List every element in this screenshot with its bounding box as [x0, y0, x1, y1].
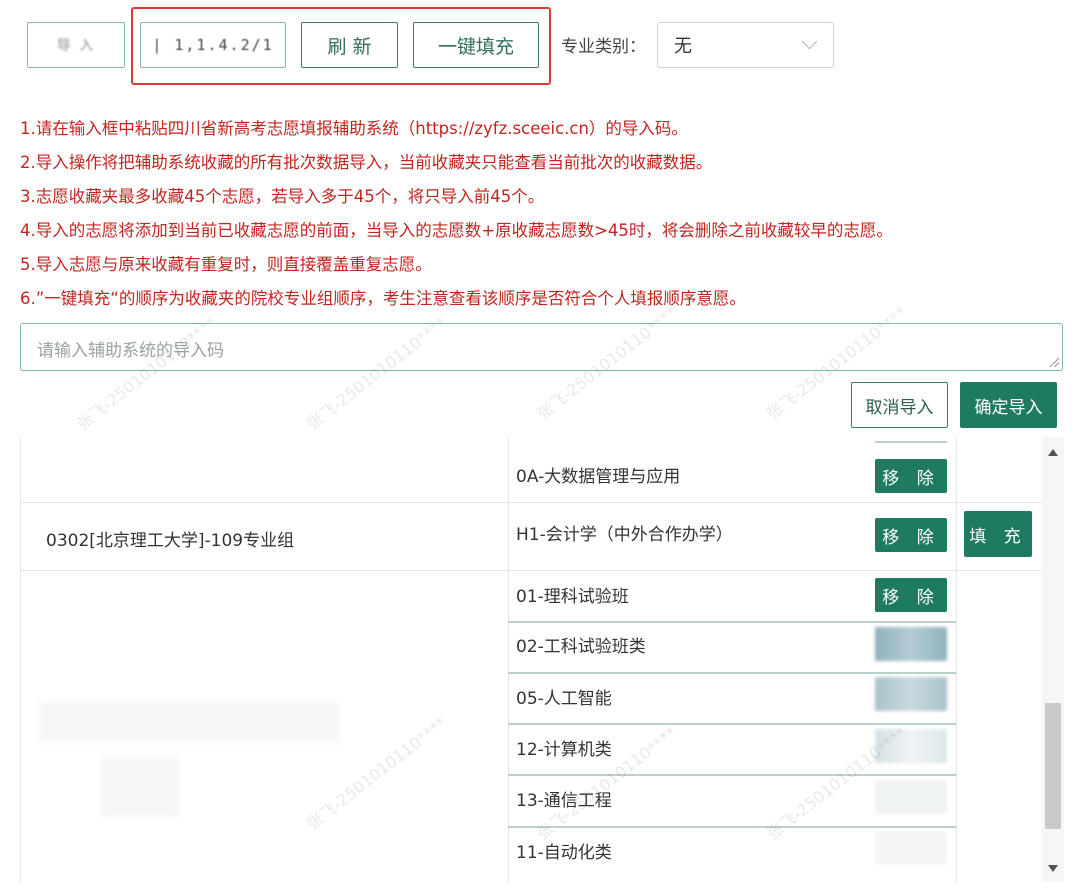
scroll-up-icon[interactable] [1048, 449, 1058, 456]
redacted-area [40, 702, 340, 742]
table-divider [508, 621, 956, 623]
blurred-button[interactable]: 导 入 [27, 22, 125, 68]
major-name: 11-自动化类 [516, 843, 612, 863]
table-divider [508, 774, 956, 776]
highlight-frame [131, 7, 551, 85]
remove-button-blurred[interactable] [875, 780, 947, 814]
remove-button[interactable]: 移 除 [875, 578, 947, 612]
major-name: 13-通信工程 [516, 791, 612, 811]
chevron-down-icon [801, 33, 818, 50]
fill-button[interactable]: 填 充 [964, 511, 1032, 557]
resize-grip-icon[interactable] [1050, 358, 1059, 367]
instruction-item: 2.导入操作将把辅助系统收藏的所有批次数据导入，当前收藏夹只能查看当前批次的收藏… [20, 153, 713, 172]
table-divider [875, 441, 947, 443]
instruction-item: 1.请在输入框中粘贴四川省新高考志愿填报辅助系统（https://zyfz.sc… [20, 119, 688, 138]
instructions-list: 1.请在输入框中粘贴四川省新高考志愿填报辅助系统（https://zyfz.sc… [20, 115, 1075, 319]
remove-label: 移 除 [882, 468, 940, 489]
table-scrollbar[interactable] [1042, 437, 1064, 882]
major-name: 05-人工智能 [516, 689, 612, 709]
instruction-item: 4.导入的志愿将添加到当前已收藏志愿的前面，当导入的志愿数+原收藏志愿数>45时… [20, 221, 893, 240]
major-name: 12-计算机类 [516, 740, 612, 760]
confirm-import-button[interactable]: 确定导入 [960, 382, 1057, 428]
favorites-table: 0302[北京理工大学]-109专业组 0A-大数据管理与应用 移 除 H1-会… [20, 437, 1042, 882]
redacted-area [100, 757, 180, 817]
remove-button[interactable]: 移 除 [875, 518, 947, 552]
import-code-input[interactable]: 请输入辅助系统的导入码 [20, 323, 1063, 371]
remove-button-blurred[interactable] [875, 729, 947, 763]
table-divider [508, 437, 509, 882]
table-divider [20, 502, 1042, 503]
scroll-thumb[interactable] [1045, 703, 1061, 829]
major-name: 0A-大数据管理与应用 [516, 467, 681, 487]
cancel-import-label: 取消导入 [865, 397, 934, 418]
remove-label: 移 除 [882, 527, 940, 548]
table-divider [508, 672, 956, 674]
major-name: H1-会计学（中外合作办学） [516, 525, 733, 545]
table-divider [508, 723, 956, 725]
remove-button-blurred[interactable] [875, 677, 947, 711]
scroll-down-icon[interactable] [1048, 865, 1058, 872]
remove-button-blurred[interactable] [875, 831, 947, 865]
table-divider [20, 437, 21, 882]
category-label: 专业类别： [561, 37, 646, 57]
remove-button[interactable]: 移 除 [875, 459, 947, 493]
group-name-cell: 0302[北京理工大学]-109专业组 [46, 531, 295, 551]
category-selected: 无 [674, 36, 692, 57]
remove-button-blurred[interactable] [875, 627, 947, 661]
cancel-import-button[interactable]: 取消导入 [851, 382, 948, 428]
major-name: 02-工科试验班类 [516, 637, 646, 657]
import-code-placeholder: 请输入辅助系统的导入码 [37, 341, 224, 361]
major-name: 01-理科试验班 [516, 587, 629, 607]
table-divider [20, 570, 1042, 571]
instruction-item: 5.导入志愿与原来收藏有重复时，则直接覆盖重复志愿。 [20, 255, 432, 274]
category-select[interactable]: 无 [657, 22, 834, 68]
table-divider [508, 826, 956, 828]
instruction-item: 3.志愿收藏夹最多收藏45个志愿，若导入多于45个，将只导入前45个。 [20, 187, 545, 206]
fill-label: 填 充 [969, 526, 1027, 547]
confirm-import-label: 确定导入 [974, 397, 1043, 418]
instruction-item: 6.”一键填充“的顺序为收藏夹的院校专业组顺序，考生注意查看该顺序是否符合个人填… [20, 289, 746, 308]
blurred-button-label: 导 入 [56, 38, 96, 54]
table-divider [956, 437, 957, 882]
remove-label: 移 除 [882, 587, 940, 608]
